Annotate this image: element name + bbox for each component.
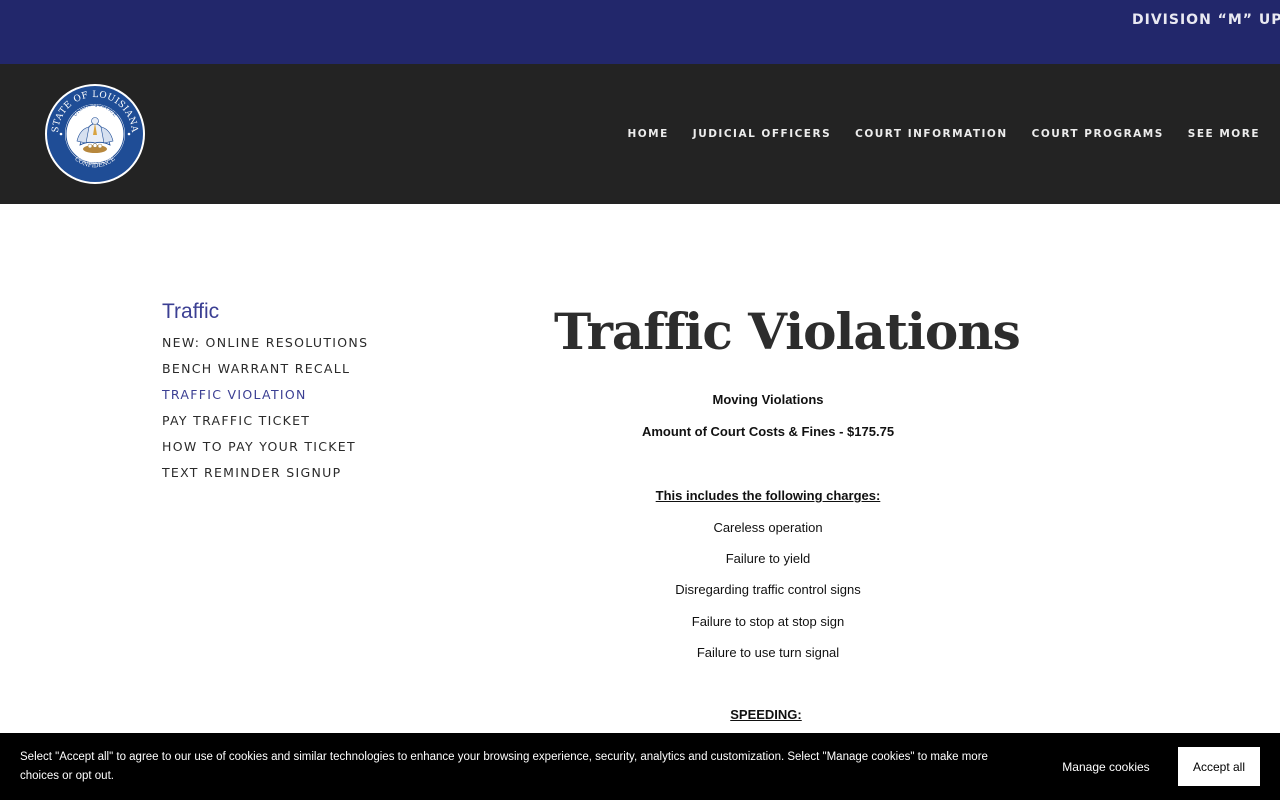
pelican-seal-icon: STATE OF LOUISIANA UNION · JUSTICE CONFI… [45,84,145,184]
nav-item-court-information[interactable]: COURT INFORMATION [843,128,1020,140]
cookie-banner: Select "Accept all" to agree to our use … [0,733,1280,800]
nav-item-judicial-officers[interactable]: JUDICIAL OFFICERS [681,128,843,140]
accept-all-button[interactable]: Accept all [1178,747,1260,786]
sidebar-item-online-resolutions[interactable]: NEW: ONLINE RESOLUTIONS [162,334,372,351]
nav-item-court-programs[interactable]: COURT PROGRAMS [1020,128,1176,140]
sidebar-item-text-reminder[interactable]: TEXT REMINDER SIGNUP [162,464,372,481]
amount-line: Amount of Court Costs & Fines - $175.75 [641,424,895,439]
manage-cookies-button[interactable]: Manage cookies [1050,747,1162,786]
cookie-text: Select "Accept all" to agree to our use … [20,751,988,782]
charge-item: Careless operation [713,520,823,535]
site-header: STATE OF LOUISIANA UNION · JUSTICE CONFI… [0,64,1280,204]
sidebar-item-traffic-violation[interactable]: TRAFFIC VIOLATION [162,386,372,403]
nav-item-home[interactable]: HOME [615,128,680,140]
main-nav: HOME JUDICIAL OFFICERS COURT INFORMATION… [615,64,1272,204]
sidebar-item-how-to-pay[interactable]: HOW TO PAY YOUR TICKET [162,438,372,455]
nav-item-see-more[interactable]: SEE MORE [1176,128,1272,140]
main-content: Traffic Violations Moving Violations Amo… [470,300,1066,724]
charge-item: Failure to use turn signal [696,645,840,660]
sidebar-title[interactable]: Traffic [162,300,372,324]
announcement-ticker: DIVISION “M” UPDA [0,0,1280,64]
includes-heading: This includes the following charges: [655,488,881,503]
sidebar: Traffic NEW: ONLINE RESOLUTIONS BENCH WA… [162,300,372,490]
charge-item: Disregarding traffic control signs [675,582,861,597]
ticker-text: DIVISION “M” UPDA [1132,12,1280,28]
speeding-heading: SPEEDING: [730,707,802,722]
charge-item: Failure to stop at stop sign [691,614,845,629]
section-heading: Moving Violations [712,392,824,407]
charge-item: Failure to yield [725,551,811,566]
state-seal-logo[interactable]: STATE OF LOUISIANA UNION · JUSTICE CONFI… [44,83,146,185]
sidebar-item-bench-warrant-recall[interactable]: BENCH WARRANT RECALL [162,360,372,377]
page-title: Traffic Violations [554,302,1021,361]
sidebar-item-pay-traffic-ticket[interactable]: PAY TRAFFIC TICKET [162,412,372,429]
